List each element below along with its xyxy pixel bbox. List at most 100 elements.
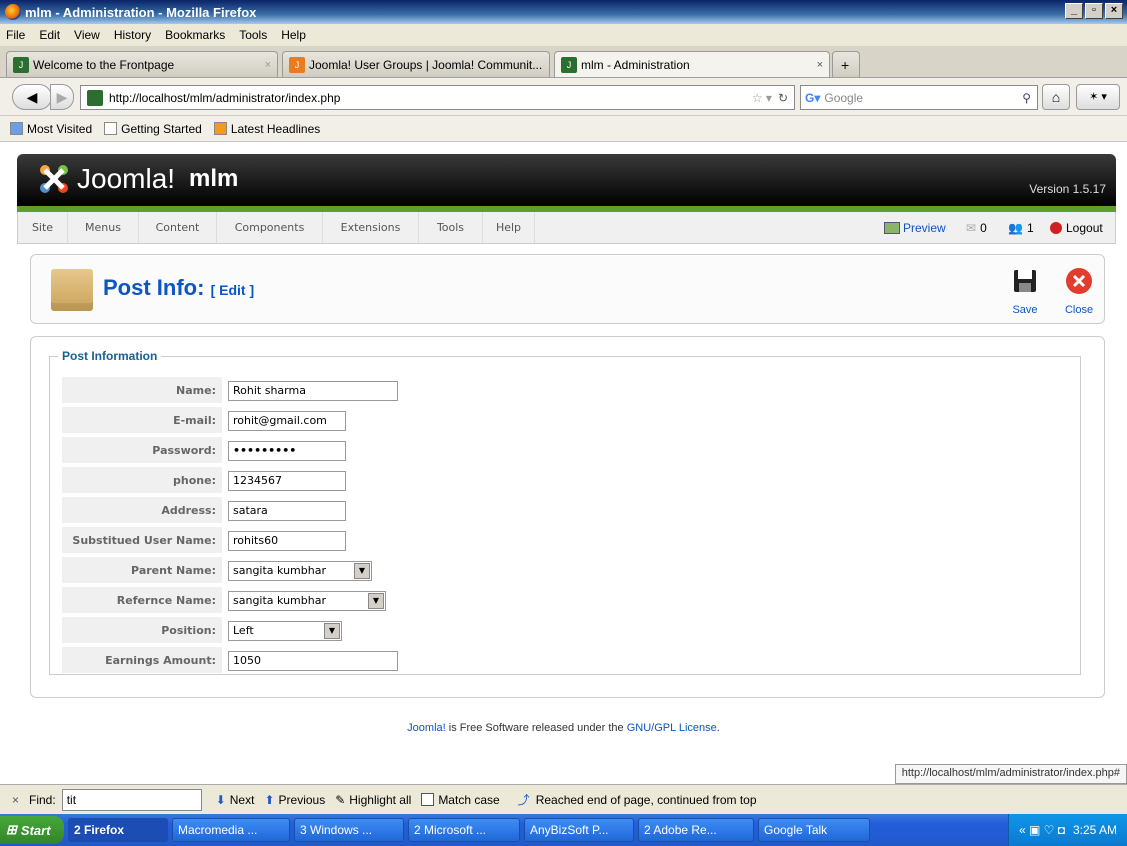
bookmark-most-visited[interactable]: Most Visited (10, 122, 92, 136)
users-online-count[interactable]: 👥 1 (1008, 212, 1034, 243)
menu-bookmarks[interactable]: Bookmarks (165, 28, 225, 42)
phone-input[interactable]: 1234567 (228, 471, 346, 491)
name-input[interactable]: Rohit sharma (228, 381, 398, 401)
email-label: E-mail: (62, 407, 222, 434)
highlight-all-button[interactable]: Highlight all (349, 793, 411, 807)
previous-arrow-icon: ⬆ (264, 792, 275, 807)
dropdown-arrow-icon[interactable]: ▼ (324, 623, 340, 639)
reference-name-select[interactable]: sangita kumbhar ▼ (228, 591, 386, 611)
task-microsoft[interactable]: 2 Microsoft ... (408, 818, 520, 842)
dropdown-arrow-icon[interactable]: ▼ (354, 563, 370, 579)
fieldset-legend: Post Information (62, 349, 158, 363)
bookmark-star-icon[interactable]: ☆ ▾ (752, 91, 772, 105)
parent-name-select[interactable]: sangita kumbhar ▼ (228, 561, 372, 581)
tray-icons[interactable]: « ▣ ♡ ◘ (1019, 823, 1065, 837)
substituted-user-name-input[interactable]: rohits60 (228, 531, 346, 551)
magnifier-icon[interactable]: ⚲ (1022, 91, 1031, 105)
dropdown-arrow-icon[interactable]: ▼ (368, 593, 384, 609)
admin-menu-help[interactable]: Help (483, 212, 535, 243)
menu-view[interactable]: View (74, 28, 100, 42)
new-tab-button[interactable]: + (832, 51, 860, 77)
find-next-button[interactable]: Next (230, 793, 255, 807)
page-footer: Joomla! is Free Software released under … (0, 722, 1127, 734)
earnings-amount-input[interactable]: 1050 (228, 651, 398, 671)
position-value: Left (233, 624, 254, 637)
system-tray: « ▣ ♡ ◘ 3:25 AM (1007, 814, 1127, 846)
tab-close-icon[interactable]: × (811, 59, 823, 71)
logout-link[interactable]: Logout (1050, 212, 1103, 243)
form-row-password: Password: ••••••••• (62, 437, 1072, 465)
close-window-button[interactable]: × (1105, 3, 1123, 19)
menu-help[interactable]: Help (281, 28, 306, 42)
address-input[interactable]: satara (228, 501, 346, 521)
bookmark-latest-headlines[interactable]: Latest Headlines (213, 122, 320, 136)
admin-menu-components[interactable]: Components (217, 212, 323, 243)
admin-menu-tools[interactable]: Tools (419, 212, 483, 243)
preview-link[interactable]: Preview (884, 212, 946, 243)
url-bar[interactable]: http://localhost/mlm/administrator/index… (80, 85, 795, 110)
reload-icon[interactable]: ↻ (778, 91, 788, 105)
page-content: Joomla! mlm Version 1.5.17 Site Menus Co… (0, 142, 1127, 764)
tab-label: Joomla! User Groups | Joomla! Communit..… (309, 57, 543, 72)
find-input[interactable]: tit (61, 788, 202, 811)
menu-tools[interactable]: Tools (239, 28, 267, 42)
highlight-icon: ✎ (335, 792, 346, 807)
task-firefox[interactable]: 2 Firefox (68, 818, 168, 842)
position-select[interactable]: Left ▼ (228, 621, 342, 641)
save-button[interactable]: Save (1005, 263, 1045, 316)
minimize-button[interactable]: _ (1065, 3, 1083, 19)
rss-icon (213, 122, 227, 135)
menu-history[interactable]: History (114, 28, 151, 42)
close-find-icon[interactable]: × (12, 793, 19, 807)
save-label: Save (1012, 304, 1038, 316)
match-case-checkbox[interactable] (421, 793, 435, 806)
parent-name-value: sangita kumbhar (233, 564, 326, 577)
search-bar[interactable]: G▾ Google ⚲ (800, 85, 1038, 110)
admin-menu-extensions[interactable]: Extensions (323, 212, 419, 243)
task-adobe-reader[interactable]: 2 Adobe Re... (638, 818, 754, 842)
forward-button[interactable]: ▶ (50, 84, 74, 110)
joomla-header: Joomla! mlm Version 1.5.17 (17, 154, 1116, 206)
window-title: mlm - Administration - Mozilla Firefox (25, 4, 257, 20)
save-icon (1014, 270, 1036, 292)
post-information-fieldset: Post Information Name: Rohit sharma E-ma… (49, 349, 1081, 675)
tab-label: Welcome to the Frontpage (33, 57, 175, 72)
phone-label: phone: (62, 467, 222, 494)
admin-menu-menus[interactable]: Menus (68, 212, 139, 243)
users-value: 1 (1026, 220, 1034, 235)
maximize-button[interactable]: ▫ (1085, 3, 1103, 19)
tab-mlm-administration[interactable]: J mlm - Administration × (554, 51, 830, 77)
tab-close-icon[interactable]: × (259, 59, 271, 71)
clock: 3:25 AM (1072, 823, 1117, 837)
home-button[interactable]: ⌂ (1042, 84, 1070, 110)
messages-count[interactable]: ✉ 0 (966, 212, 987, 243)
task-windows[interactable]: 3 Windows ... (294, 818, 404, 842)
admin-menu-site[interactable]: Site (18, 212, 68, 243)
task-google-talk[interactable]: Google Talk (758, 818, 870, 842)
addon-button[interactable]: ✶ ▾ (1076, 84, 1120, 110)
task-anybizsoft[interactable]: AnyBizSoft P... (524, 818, 634, 842)
form-row-substituted-user-name: Substitued User Name: rohits60 (62, 527, 1072, 555)
form-row-email: E-mail: rohit@gmail.com (62, 407, 1072, 435)
license-link[interactable]: GNU/GPL License (627, 722, 717, 734)
joomla-link[interactable]: Joomla! (407, 722, 446, 734)
logout-icon (1050, 221, 1062, 234)
tab-welcome[interactable]: J Welcome to the Frontpage × (6, 51, 278, 77)
tab-user-groups[interactable]: J Joomla! User Groups | Joomla! Communit… (282, 51, 550, 77)
most-visited-icon (10, 122, 23, 135)
back-button[interactable]: ◀ (12, 84, 52, 110)
match-case-label: Match case (438, 792, 500, 807)
tab-close-icon[interactable]: × (542, 59, 549, 71)
google-search-icon[interactable]: G▾ (805, 91, 820, 105)
bookmark-getting-started[interactable]: Getting Started (104, 122, 202, 136)
start-button[interactable]: ⊞ Start (0, 816, 64, 844)
task-macromedia[interactable]: Macromedia ... (172, 818, 290, 842)
menu-edit[interactable]: Edit (39, 28, 60, 42)
menu-file[interactable]: File (6, 28, 25, 42)
earnings-amount-label: Earnings Amount: (62, 647, 222, 674)
find-previous-button[interactable]: Previous (279, 793, 326, 807)
close-button[interactable]: Close (1059, 263, 1099, 316)
admin-menu-content[interactable]: Content (139, 212, 217, 243)
email-input[interactable]: rohit@gmail.com (228, 411, 346, 431)
password-input[interactable]: ••••••••• (228, 441, 346, 461)
